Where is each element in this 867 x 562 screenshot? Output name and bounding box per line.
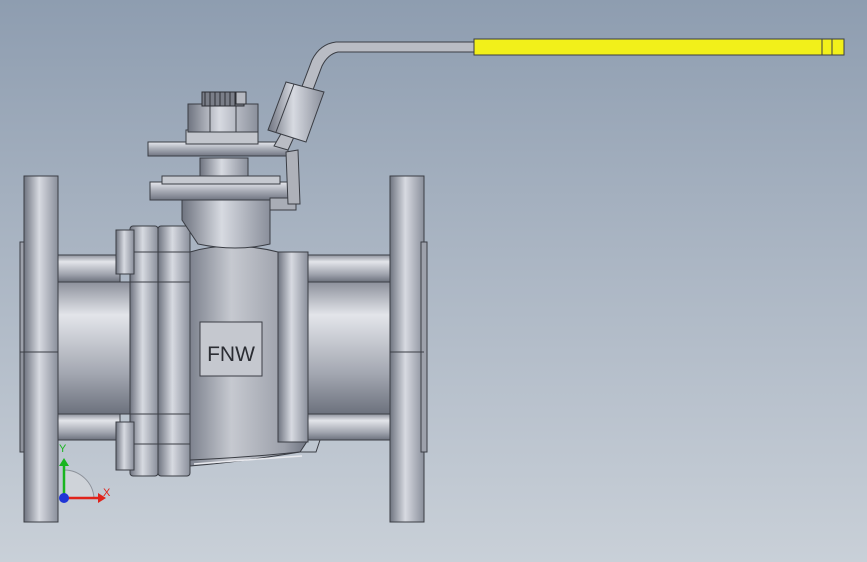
z-axis-dot <box>59 493 69 503</box>
y-axis-label: Y <box>59 443 67 455</box>
right-pipe[interactable] <box>307 254 391 441</box>
left-pipe[interactable] <box>57 254 133 441</box>
handle-grip <box>473 38 845 56</box>
right-flange[interactable] <box>389 175 428 523</box>
valve-handle[interactable] <box>267 38 845 205</box>
body-label: FNW <box>207 343 255 366</box>
orientation-triad[interactable] <box>59 458 106 503</box>
cad-viewport[interactable]: FNW X Y <box>0 0 867 562</box>
valve-body[interactable]: FNW <box>189 245 321 467</box>
valve-model[interactable]: FNW <box>0 0 867 562</box>
left-flange[interactable] <box>19 175 59 523</box>
x-axis-label: X <box>103 487 111 499</box>
